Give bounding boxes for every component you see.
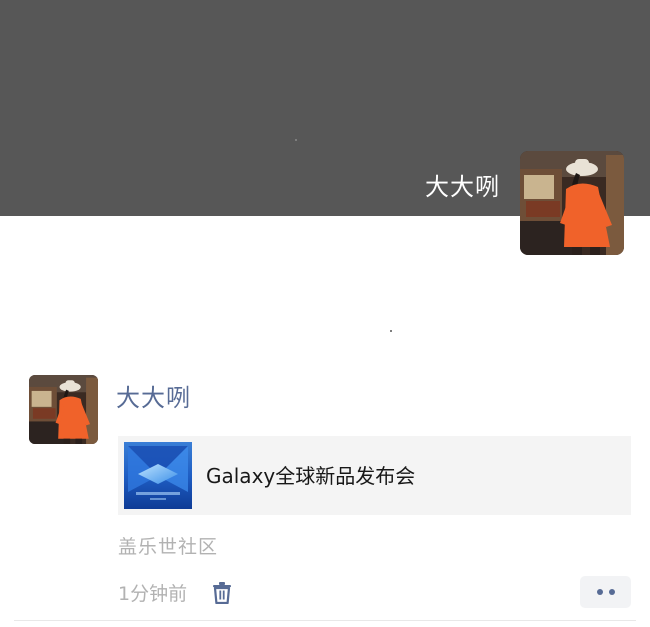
speck (390, 330, 392, 332)
avatar-photo (29, 375, 98, 444)
post-author-avatar[interactable] (29, 375, 98, 444)
post-author-name[interactable]: 大大咧 (116, 381, 191, 415)
trash-icon[interactable] (209, 580, 235, 606)
more-dots-icon (608, 589, 615, 595)
more-dots-icon (596, 589, 603, 595)
moments-page: 大大咧 大大咧 Galaxy全球新品发布会 盖乐世社区 1分钟前 (0, 0, 650, 627)
more-actions-button[interactable] (580, 576, 631, 608)
cover-speck (295, 139, 297, 141)
shared-link-thumbnail (124, 442, 192, 509)
post-time: 1分钟前 (118, 583, 188, 605)
avatar-photo (520, 151, 624, 255)
shared-link-title: Galaxy全球新品发布会 (206, 463, 416, 488)
cover-username[interactable]: 大大咧 (425, 170, 500, 204)
delete-icon-glyph (213, 582, 231, 604)
post-source-label[interactable]: 盖乐世社区 (118, 533, 218, 561)
profile-avatar[interactable] (520, 151, 624, 255)
divider (14, 620, 636, 621)
shared-link-card[interactable]: Galaxy全球新品发布会 (118, 436, 631, 515)
galaxy-event-image (124, 442, 192, 509)
post-footer: 1分钟前 (0, 570, 650, 622)
